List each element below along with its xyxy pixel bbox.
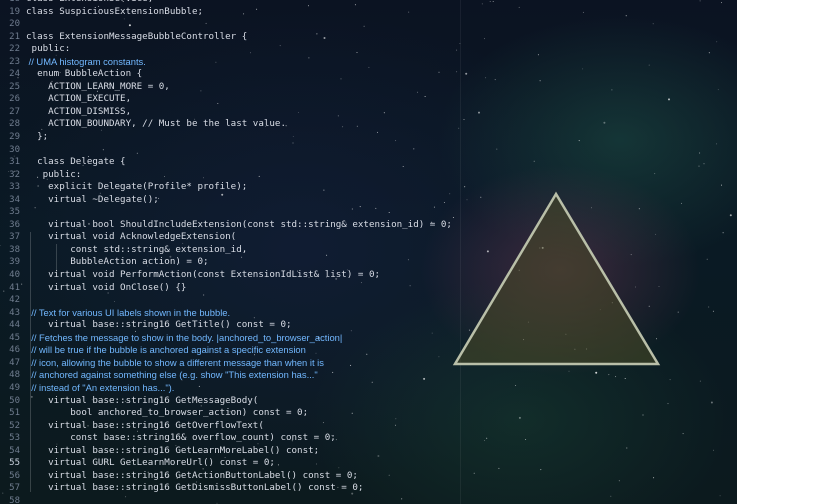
code-comment-line[interactable]: // Fetches the message to show in the bo… <box>26 332 737 345</box>
line-number: 36 <box>9 219 20 230</box>
code-editor[interactable]: 1819202122232425262728293031323334353637… <box>0 0 737 504</box>
code-line[interactable]: ACTION_BOUNDARY, // Must be the last val… <box>26 118 737 131</box>
code-line[interactable]: public: <box>26 169 737 182</box>
code-line[interactable]: public: <box>26 43 737 56</box>
code-line[interactable]: virtual GURL GetLearnMoreUrl() const = 0… <box>26 457 737 470</box>
code-line[interactable]: virtual ~Delegate(); <box>26 194 737 207</box>
line-number: 19 <box>9 6 20 17</box>
line-number: 58 <box>9 495 20 504</box>
line-number: 25 <box>9 81 20 92</box>
line-number: 28 <box>9 119 20 130</box>
code-comment-line[interactable]: // Text for various UI labels shown in t… <box>26 307 737 320</box>
code-line[interactable]: virtual base::string16 GetLearnMoreLabel… <box>26 445 737 458</box>
line-number: 38 <box>9 244 20 255</box>
code-line[interactable]: const std::string& extension_id, <box>26 244 737 257</box>
code-line[interactable]: ACTION_DISMISS, <box>26 106 737 119</box>
code-line[interactable]: virtual void PerformAction(const Extensi… <box>26 269 737 282</box>
code-line[interactable] <box>26 144 737 157</box>
code-line[interactable]: ACTION_LEARN_MORE = 0, <box>26 81 737 94</box>
line-number: 57 <box>9 483 20 494</box>
line-number: 22 <box>9 44 20 55</box>
line-number: 45 <box>9 332 20 343</box>
line-number: 23 <box>9 56 20 67</box>
code-line[interactable] <box>26 18 737 31</box>
code-comment-line[interactable]: // will be true if the bubble is anchore… <box>26 344 737 357</box>
line-number: 55 <box>9 458 20 469</box>
line-number: 21 <box>9 31 20 42</box>
line-number: 31 <box>9 157 20 168</box>
code-line[interactable]: virtual base::string16 GetOverflowText( <box>26 420 737 433</box>
code-line[interactable]: virtual void AcknowledgeExtension( <box>26 231 737 244</box>
code-line[interactable]: class SuspiciousExtensionBubble; <box>26 6 737 19</box>
line-number: 33 <box>9 182 20 193</box>
code-line[interactable]: virtual bool ShouldIncludeExtension(cons… <box>26 219 737 232</box>
line-number: 49 <box>9 382 20 393</box>
code-line[interactable]: explicit Delegate(Profile* profile); <box>26 181 737 194</box>
code-line[interactable]: virtual base::string16 GetMessageBody( <box>26 395 737 408</box>
code-line[interactable]: class ExtensionMessageBubbleController { <box>26 31 737 44</box>
line-number: 26 <box>9 94 20 105</box>
code-text-area[interactable]: class ExtensionService;class SuspiciousE… <box>26 0 737 504</box>
line-number: 41 <box>9 282 20 293</box>
code-line[interactable] <box>26 495 737 504</box>
code-line[interactable]: bool anchored_to_browser_action) const =… <box>26 407 737 420</box>
code-line[interactable] <box>26 294 737 307</box>
line-number: 29 <box>9 132 20 143</box>
line-number: 39 <box>9 257 20 268</box>
indent-guide <box>30 232 31 492</box>
code-line[interactable]: BubbleAction action) = 0; <box>26 256 737 269</box>
code-comment-line[interactable]: // UMA histogram constants. <box>26 56 737 69</box>
code-line[interactable]: virtual void OnClose() {} <box>26 282 737 295</box>
line-number: 52 <box>9 420 20 431</box>
line-number: 56 <box>9 470 20 481</box>
line-number: 24 <box>9 69 20 80</box>
line-number: 51 <box>9 408 20 419</box>
line-number-gutter: 1819202122232425262728293031323334353637… <box>0 0 22 504</box>
code-line[interactable]: virtual base::string16 GetTitle() const … <box>26 319 737 332</box>
line-number: 43 <box>9 307 20 318</box>
code-comment-line[interactable]: // anchored against something else (e.g.… <box>26 369 737 382</box>
code-line[interactable]: virtual base::string16 GetActionButtonLa… <box>26 470 737 483</box>
line-number: 54 <box>9 445 20 456</box>
line-number: 37 <box>9 232 20 243</box>
code-comment-line[interactable]: // icon, allowing the bubble to show a d… <box>26 357 737 370</box>
line-number: 47 <box>9 357 20 368</box>
line-number: 27 <box>9 106 20 117</box>
code-line[interactable]: enum BubbleAction { <box>26 68 737 81</box>
line-number: 20 <box>9 19 20 30</box>
line-number: 35 <box>9 207 20 218</box>
code-line[interactable]: class Delegate { <box>26 156 737 169</box>
line-number: 44 <box>9 320 20 331</box>
line-number: 50 <box>9 395 20 406</box>
line-number: 42 <box>9 295 20 306</box>
line-number: 46 <box>9 345 20 356</box>
line-number: 34 <box>9 194 20 205</box>
code-line[interactable]: }; <box>26 131 737 144</box>
indent-guide <box>56 244 57 272</box>
line-number: 40 <box>9 270 20 281</box>
line-number: 48 <box>9 370 20 381</box>
line-number: 32 <box>9 169 20 180</box>
line-number: 30 <box>9 144 20 155</box>
code-line[interactable]: ACTION_EXECUTE, <box>26 93 737 106</box>
code-line[interactable] <box>26 206 737 219</box>
code-comment-line[interactable]: // instead of "An extension has..."). <box>26 382 737 395</box>
line-number: 53 <box>9 433 20 444</box>
code-line[interactable]: const base::string16& overflow_count) co… <box>26 432 737 445</box>
code-line[interactable]: virtual base::string16 GetDismissButtonL… <box>26 482 737 495</box>
